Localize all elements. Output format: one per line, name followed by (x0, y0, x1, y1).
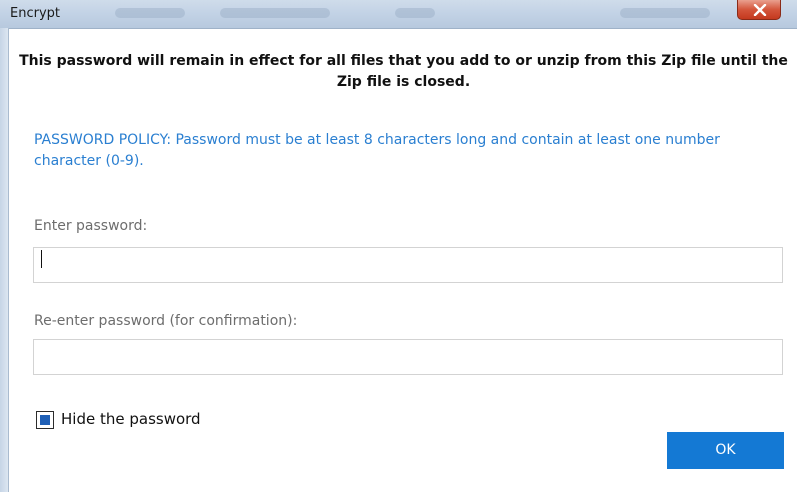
checkbox-checked-indicator (40, 415, 50, 425)
confirm-password-label: Re-enter password (for confirmation): (34, 313, 298, 329)
close-button[interactable] (737, 0, 781, 20)
title-bar-blur (620, 8, 710, 18)
title-bar-blur (395, 8, 435, 18)
dialog-content: This password will remain in effect for … (10, 29, 797, 492)
confirm-password-input[interactable] (33, 339, 783, 375)
close-icon (753, 4, 767, 16)
title-bar-blur (220, 8, 330, 18)
password-input[interactable] (33, 247, 783, 283)
title-bar-blur (115, 8, 185, 18)
window-frame-left (0, 28, 9, 492)
hide-password-label[interactable]: Hide the password (61, 410, 201, 428)
title-bar[interactable]: Encrypt (0, 0, 797, 29)
text-caret (41, 250, 42, 268)
window-title: Encrypt (10, 6, 60, 21)
hide-password-checkbox[interactable] (36, 411, 54, 429)
ok-button[interactable]: OK (667, 432, 784, 469)
encrypt-dialog: Encrypt This password will remain in eff… (0, 0, 797, 492)
password-policy: PASSWORD POLICY: Password must be at lea… (34, 132, 720, 169)
enter-password-label: Enter password: (34, 218, 148, 234)
password-notice: This password will remain in effect for … (19, 53, 788, 90)
